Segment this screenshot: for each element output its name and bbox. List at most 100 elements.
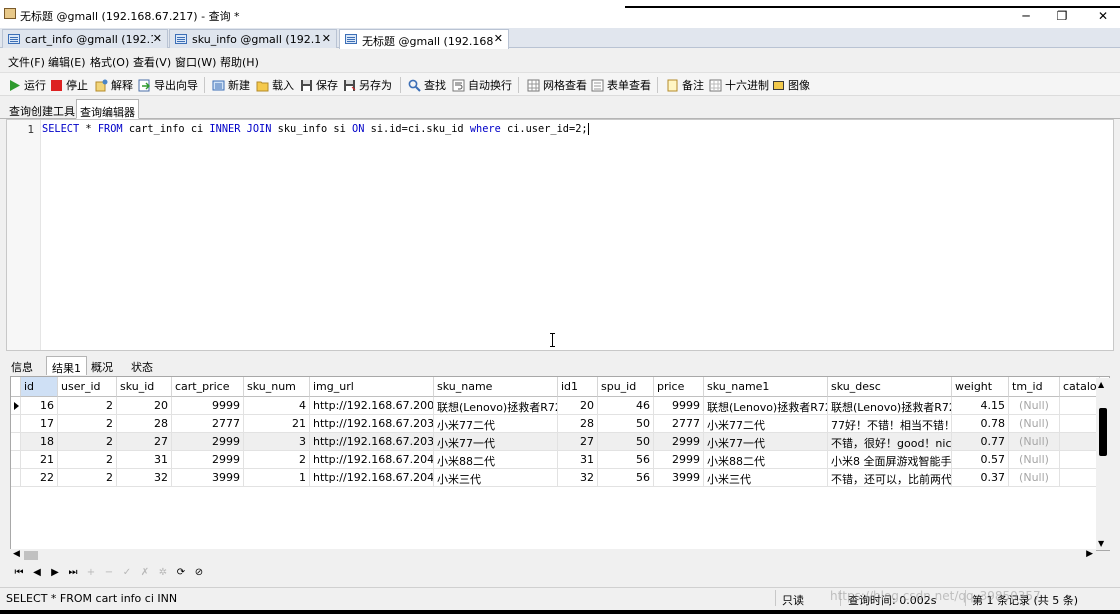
cell-sku-name1[interactable]: 小米77二代 — [704, 415, 828, 433]
tab-profile[interactable]: 概况 — [86, 356, 118, 375]
cell-sku-name1[interactable]: 联想(Lenovo)拯救者R720 — [704, 397, 828, 415]
row-indicator[interactable] — [11, 397, 21, 415]
column-header-sku-num[interactable]: sku_num — [244, 377, 310, 397]
scroll-thumb[interactable] — [1099, 408, 1107, 456]
cell-img-url[interactable]: http://192.168.67.203/grc — [310, 433, 434, 451]
column-header-sku-name[interactable]: sku_name — [434, 377, 558, 397]
cell-tm-id[interactable]: (Null) — [1009, 433, 1060, 451]
sql-text[interactable]: SELECT * FROM cart_info ci INNER JOIN sk… — [42, 123, 589, 135]
image-button[interactable]: 图像 — [772, 76, 810, 94]
grid-view-button[interactable]: 网格查看 — [527, 76, 587, 94]
last-record-icon[interactable]: ⏭ — [66, 566, 80, 580]
minimize-button[interactable]: ─ — [1016, 9, 1036, 23]
cell-id[interactable]: 16 — [21, 397, 58, 415]
hex-button[interactable]: 十六进制 — [709, 76, 769, 94]
cell-tm-id[interactable]: (Null) — [1009, 451, 1060, 469]
cell-cart-price[interactable]: 3999 — [172, 469, 244, 487]
row-indicator[interactable] — [11, 469, 21, 487]
cell-spu-id[interactable]: 56 — [598, 451, 654, 469]
cell-sku-desc[interactable]: 不错，很好！good！nice! — [828, 433, 952, 451]
cell-sku-num[interactable]: 3 — [244, 433, 310, 451]
cancel-icon[interactable]: ⊘ — [192, 566, 206, 580]
cell-sku-desc[interactable]: 联想(Lenovo)拯救者R720 1 — [828, 397, 952, 415]
cell-id1[interactable]: 31 — [558, 451, 598, 469]
cell-sku-name[interactable]: 小米77一代 — [434, 433, 558, 451]
delete-record-icon[interactable]: − — [102, 566, 116, 580]
close-tab-icon[interactable]: ✕ — [494, 32, 503, 45]
cell-weight[interactable]: 0.57 — [952, 451, 1009, 469]
column-header-price[interactable]: price — [654, 377, 704, 397]
cell-sku-name[interactable]: 小米77二代 — [434, 415, 558, 433]
result-grid[interactable]: id user_id sku_id cart_price sku_num img_url s… — [10, 376, 1110, 551]
menu-help[interactable]: 帮助(H) — [220, 54, 259, 70]
cell-user-id[interactable]: 2 — [58, 397, 117, 415]
cell-id1[interactable]: 27 — [558, 433, 598, 451]
tab-status[interactable]: 状态 — [126, 356, 158, 375]
column-header-spu-id[interactable]: spu_id — [598, 377, 654, 397]
cell-sku-desc[interactable]: 小米8 全面屏游戏智能手机 — [828, 451, 952, 469]
cell-price[interactable]: 3999 — [654, 469, 704, 487]
cell-img-url[interactable]: http://192.168.67.200/grc — [310, 397, 434, 415]
explain-button[interactable]: 解释 — [95, 76, 133, 94]
cell-sku-num[interactable]: 4 — [244, 397, 310, 415]
tab-cart-info[interactable]: cart_info @gmall (192.1... ✕ — [2, 29, 168, 48]
table-row[interactable]: 2223239991http://192.168.67.204/grc小米三代3… — [11, 469, 1100, 487]
cell-price[interactable]: 2999 — [654, 433, 704, 451]
cell-id[interactable]: 21 — [21, 451, 58, 469]
column-header-id1[interactable]: id1 — [558, 377, 598, 397]
menu-window[interactable]: 窗口(W) — [175, 54, 216, 70]
cell-sku-name[interactable]: 联想(Lenovo)拯救者R720 — [434, 397, 558, 415]
column-header-tm-id[interactable]: tm_id — [1009, 377, 1060, 397]
column-header-sku-name1[interactable]: sku_name1 — [704, 377, 828, 397]
cell-spu-id[interactable]: 50 — [598, 415, 654, 433]
cell-user-id[interactable]: 2 — [58, 451, 117, 469]
tab-untitled-query[interactable]: 无标题 @gmall (192.168.... ✕ — [339, 29, 509, 49]
cell-catalog[interactable] — [1060, 415, 1100, 433]
sql-editor[interactable]: 1 SELECT * FROM cart_info ci INNER JOIN … — [6, 119, 1114, 351]
save-button[interactable]: 保存 — [300, 76, 338, 94]
cell-tm-id[interactable]: (Null) — [1009, 469, 1060, 487]
cell-sku-num[interactable]: 1 — [244, 469, 310, 487]
menu-edit[interactable]: 编辑(E) — [48, 54, 86, 70]
cell-sku-num[interactable]: 21 — [244, 415, 310, 433]
cell-sku-id[interactable]: 20 — [117, 397, 172, 415]
scroll-down-icon[interactable]: ▼ — [1098, 539, 1104, 548]
horizontal-scrollbar[interactable]: ◀ ▶ — [10, 549, 1096, 562]
cell-cart-price[interactable]: 2777 — [172, 415, 244, 433]
table-row[interactable]: 1622099994http://192.168.67.200/grc联想(Le… — [11, 397, 1100, 415]
memo-button[interactable]: 备注 — [666, 76, 704, 94]
cell-sku-name[interactable]: 小米88二代 — [434, 451, 558, 469]
tab-result-1[interactable]: 结果1 — [46, 356, 87, 375]
cell-sku-id[interactable]: 32 — [117, 469, 172, 487]
discard-changes-icon[interactable]: ✗ — [138, 566, 152, 580]
cell-sku-name1[interactable]: 小米三代 — [704, 469, 828, 487]
tab-query-editor[interactable]: 查询编辑器 — [76, 99, 139, 119]
row-indicator[interactable] — [11, 451, 21, 469]
cell-sku-id[interactable]: 27 — [117, 433, 172, 451]
cell-id[interactable]: 18 — [21, 433, 58, 451]
cell-sku-name1[interactable]: 小米77一代 — [704, 433, 828, 451]
menu-format[interactable]: 格式(O) — [90, 54, 129, 70]
cell-user-id[interactable]: 2 — [58, 415, 117, 433]
cell-id[interactable]: 22 — [21, 469, 58, 487]
find-button[interactable]: 查找 — [408, 76, 446, 94]
add-record-icon[interactable]: + — [84, 566, 98, 580]
refresh-icon[interactable]: ⟳ — [174, 566, 188, 580]
cell-spu-id[interactable]: 50 — [598, 433, 654, 451]
cell-spu-id[interactable]: 56 — [598, 469, 654, 487]
column-header-cart-price[interactable]: cart_price — [172, 377, 244, 397]
column-header-weight[interactable]: weight — [952, 377, 1009, 397]
form-view-button[interactable]: 表单查看 — [591, 76, 651, 94]
cell-user-id[interactable]: 2 — [58, 469, 117, 487]
cell-tm-id[interactable]: (Null) — [1009, 397, 1060, 415]
cell-spu-id[interactable]: 46 — [598, 397, 654, 415]
cell-sku-name1[interactable]: 小米88二代 — [704, 451, 828, 469]
run-button[interactable]: 运行 — [8, 76, 46, 94]
cell-weight[interactable]: 0.37 — [952, 469, 1009, 487]
cell-sku-desc[interactable]: 77好！不错！相当不错！非 — [828, 415, 952, 433]
cell-weight[interactable]: 0.77 — [952, 433, 1009, 451]
cell-sku-num[interactable]: 2 — [244, 451, 310, 469]
cell-cart-price[interactable]: 2999 — [172, 451, 244, 469]
row-indicator[interactable] — [11, 415, 21, 433]
column-header-catalog[interactable]: catalog — [1060, 377, 1100, 397]
